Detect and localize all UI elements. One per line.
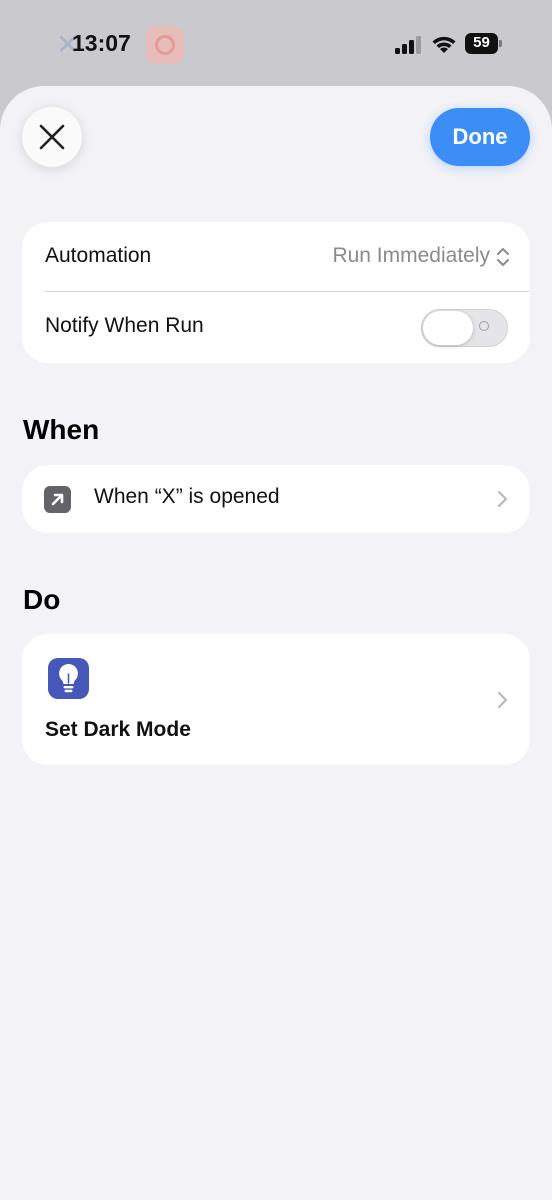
automation-row[interactable]: Automation Run Immediately <box>22 222 530 292</box>
close-icon <box>39 124 65 150</box>
battery-level: 59 <box>473 34 490 51</box>
wifi-icon <box>432 36 456 53</box>
chevron-right-icon <box>497 691 508 709</box>
notify-toggle[interactable] <box>421 309 508 347</box>
settings-card: Automation Run Immediately Notify When R… <box>22 222 530 363</box>
status-time: 13:07 <box>72 30 131 56</box>
chevron-up-down-icon <box>497 248 509 266</box>
automation-sheet: Done Automation Run Immediately Notify W… <box>0 86 552 1200</box>
arrow-up-right-icon <box>44 486 71 513</box>
background-app-icon <box>146 26 184 64</box>
automation-value[interactable]: Run Immediately <box>332 244 490 268</box>
toggle-knob <box>423 311 473 345</box>
when-section-title: When <box>23 414 100 445</box>
close-button[interactable] <box>22 107 82 167</box>
battery-icon: 59 <box>465 33 502 54</box>
do-section-title: Do <box>23 584 61 615</box>
status-bar: ✕ 13:07 59 <box>0 0 552 90</box>
signal-icon <box>395 36 421 54</box>
done-button[interactable]: Done <box>430 108 530 166</box>
toggle-off-indicator-icon <box>479 321 489 331</box>
trigger-row[interactable]: When “X” is opened <box>22 465 530 533</box>
action-row[interactable]: Set Dark Mode <box>22 634 530 765</box>
lightbulb-icon <box>48 658 89 699</box>
action-label: Set Dark Mode <box>45 718 191 741</box>
notify-label: Notify When Run <box>45 314 204 337</box>
automation-label: Automation <box>45 244 152 267</box>
trigger-label: When “X” is opened <box>94 485 280 508</box>
chevron-right-icon <box>497 490 508 508</box>
